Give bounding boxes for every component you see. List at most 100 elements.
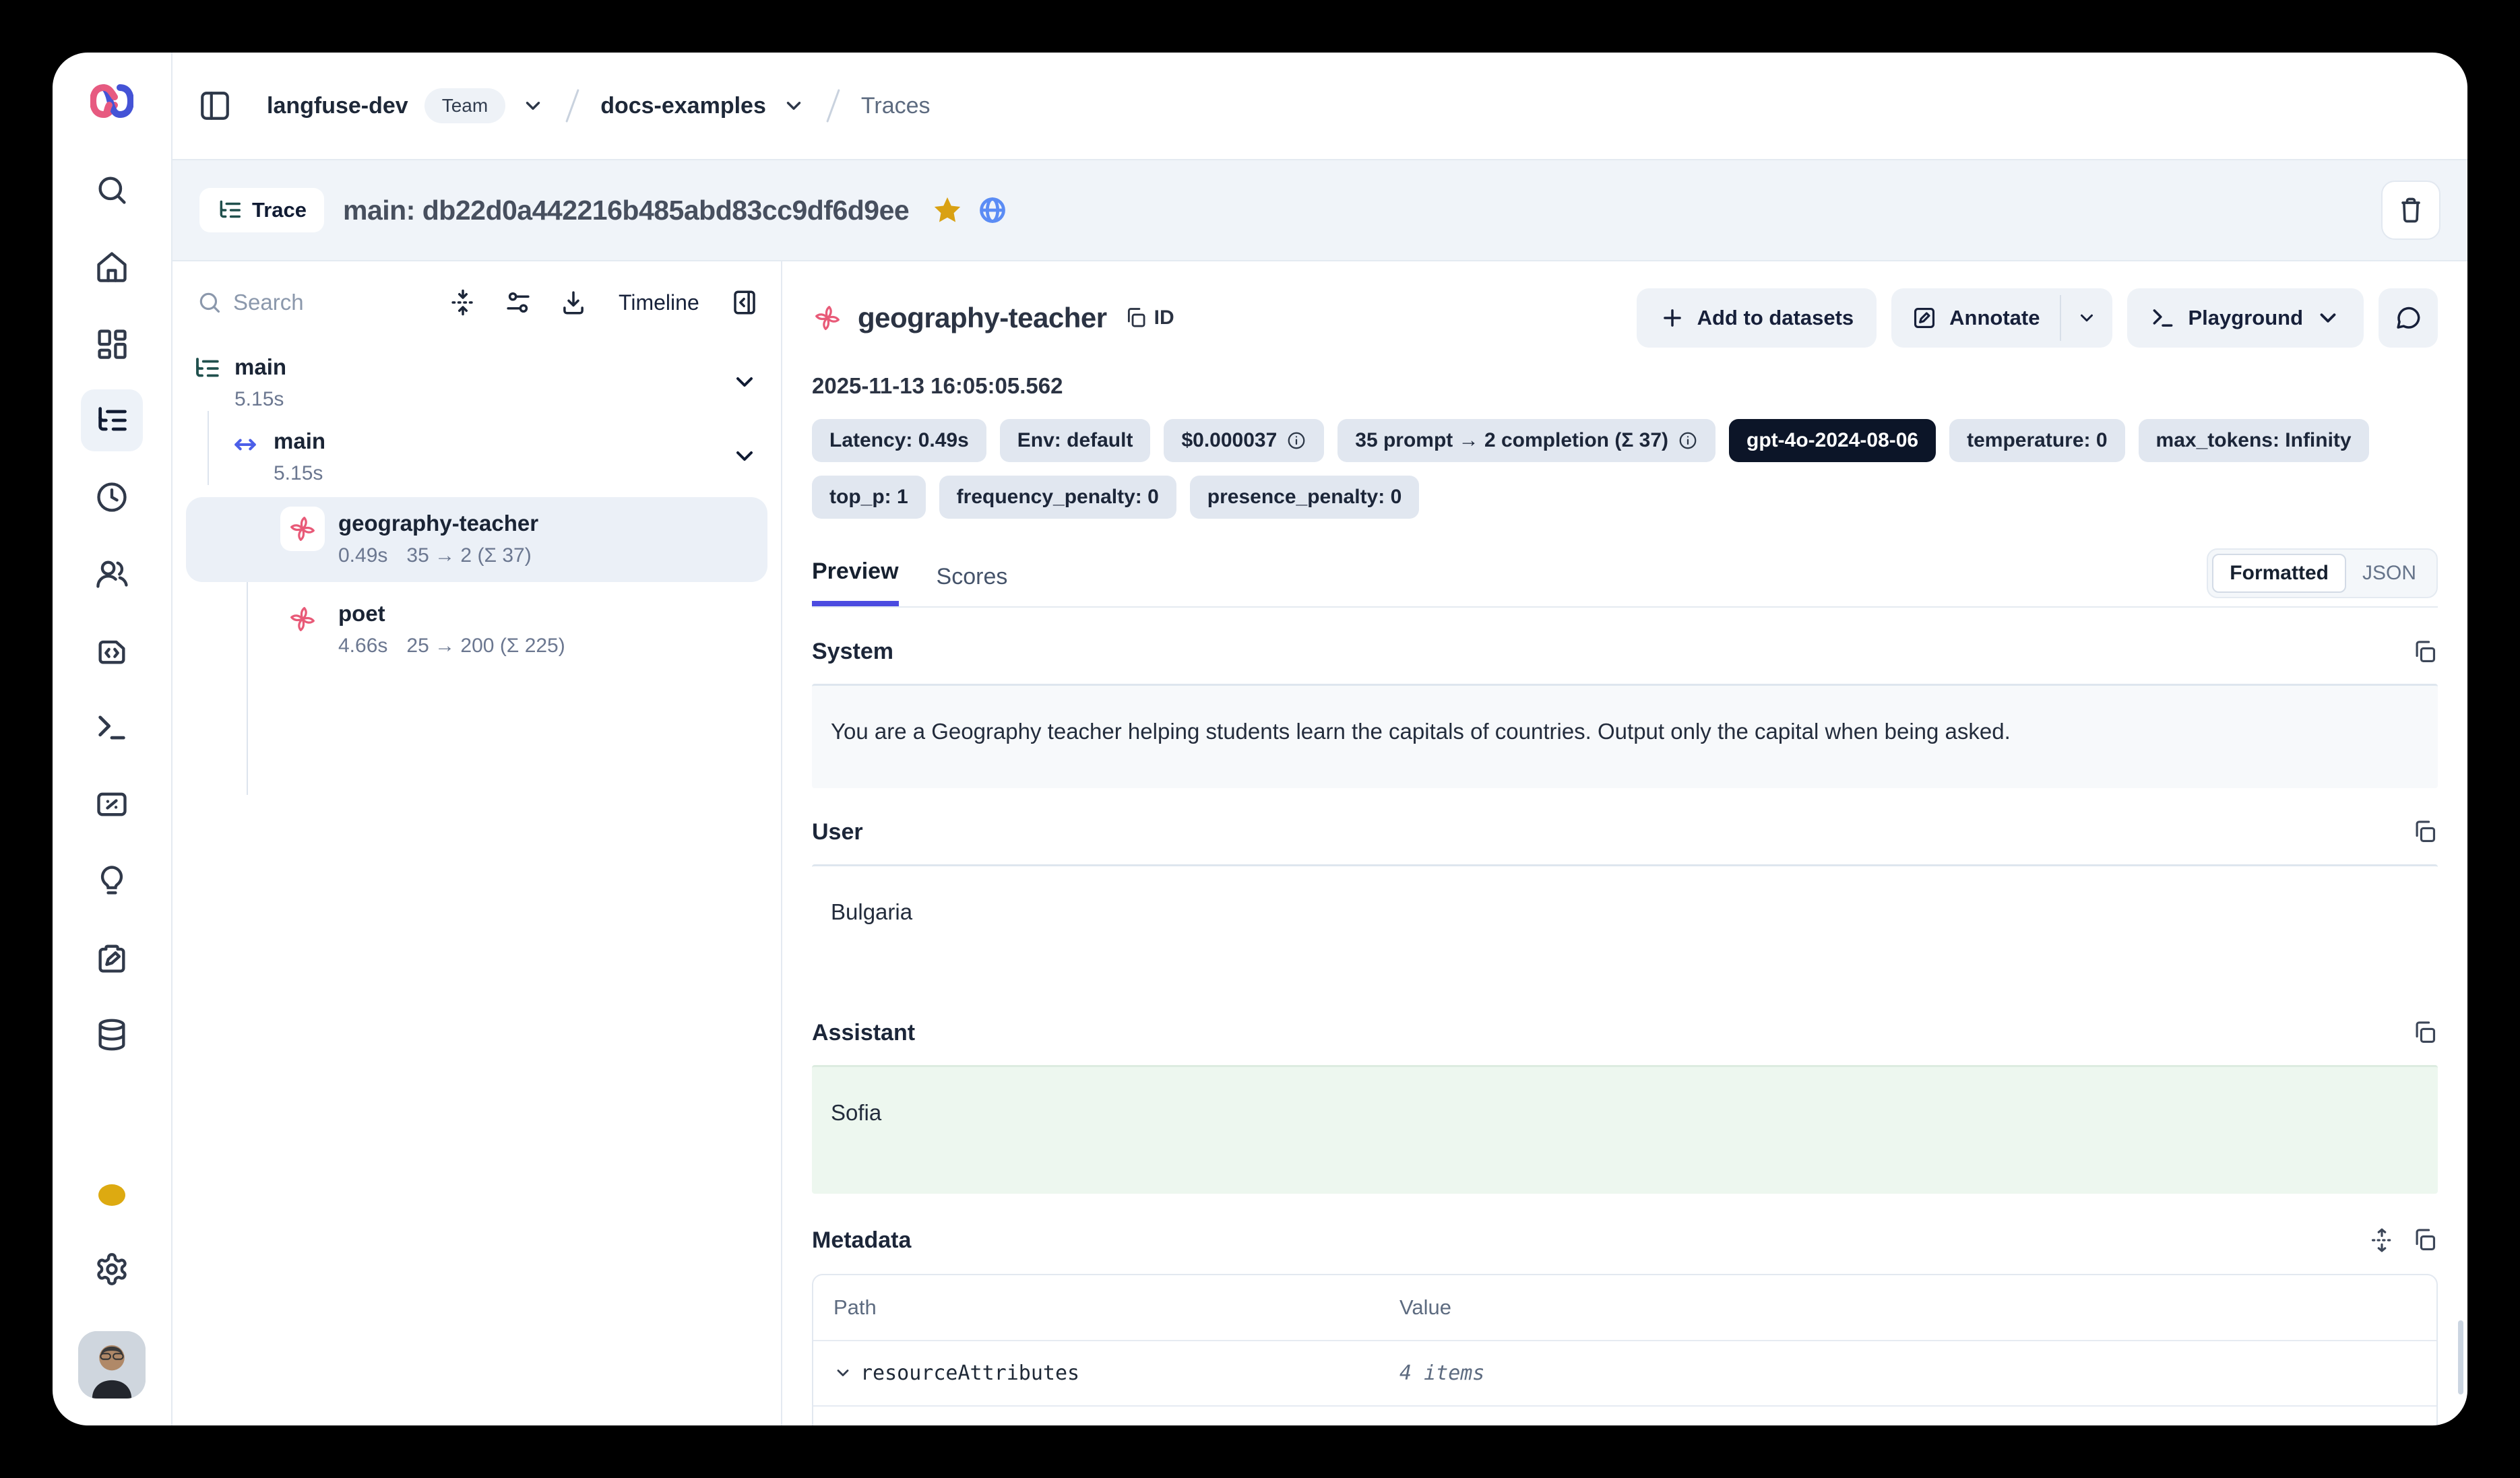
status-dot — [98, 1184, 125, 1206]
system-message-section: System You are a Geography teacher helpi… — [812, 639, 2438, 788]
tree-row-label: main — [234, 353, 286, 381]
role-label: User — [812, 819, 863, 845]
org-name[interactable]: langfuse-dev — [267, 93, 408, 119]
breadcrumb-divider — [826, 89, 840, 123]
generation-pinwheel-icon — [280, 507, 325, 551]
playground-button[interactable]: Playground — [2127, 288, 2364, 348]
tree-row-duration: 4.66s — [338, 635, 387, 657]
view-toggle: Formatted JSON — [2207, 548, 2438, 598]
playground-terminal-icon[interactable] — [81, 697, 143, 759]
project-name[interactable]: docs-examples — [600, 93, 766, 119]
top-bar: langfuse-dev Team docs-examples Traces — [172, 53, 2467, 159]
globe-icon[interactable] — [978, 195, 1007, 225]
dashboard-icon[interactable] — [81, 313, 143, 375]
tree-row-trace-main[interactable]: main 5.15s — [172, 348, 781, 418]
copy-icon[interactable] — [2412, 819, 2438, 845]
tree-row-poet[interactable]: poet 4.66s 25 → 200 (Σ 225) — [186, 587, 767, 672]
metadata-path: telemetry.sdk.language — [813, 1407, 1399, 1425]
org-switcher-chevron-icon[interactable] — [522, 94, 544, 117]
annotate-dropdown-chevron-icon[interactable] — [2061, 288, 2112, 348]
model-badge[interactable]: gpt-4o-2024-08-06 — [1729, 419, 1936, 462]
evaluation-card-icon[interactable] — [81, 773, 143, 835]
generation-pinwheel-icon — [812, 302, 843, 333]
span-arrows-icon — [230, 430, 260, 459]
lightbulb-icon[interactable] — [81, 850, 143, 912]
annotate-button[interactable]: Annotate — [1891, 288, 2060, 348]
unfold-vertical-icon[interactable] — [2369, 1227, 2395, 1253]
copy-icon[interactable] — [2412, 1020, 2438, 1046]
tree-row-tokens: 25 → 200 (Σ 225) — [406, 635, 565, 657]
chevron-down-icon[interactable] — [731, 368, 758, 395]
settings-gear-icon[interactable] — [81, 1238, 143, 1300]
presence-penalty-badge: presence_penalty: 0 — [1190, 476, 1419, 519]
trace-header-row: Trace main: db22d0a442216b485abd83cc9df6… — [172, 159, 2467, 261]
tab-scores[interactable]: Scores — [937, 564, 1008, 606]
copy-id-button[interactable]: ID — [1125, 307, 1174, 329]
prompts-file-icon[interactable] — [81, 620, 143, 682]
tree-search[interactable] — [197, 290, 422, 315]
metadata-title: Metadata — [812, 1227, 911, 1254]
users-icon[interactable] — [81, 543, 143, 605]
add-to-datasets-button[interactable]: Add to datasets — [1637, 288, 1877, 348]
trash-icon — [2396, 195, 2426, 225]
delete-trace-button[interactable] — [2381, 181, 2440, 240]
collapse-panel-icon[interactable] — [730, 288, 759, 317]
sidebar-toggle-icon[interactable] — [198, 89, 232, 123]
datasets-database-icon[interactable] — [81, 1004, 143, 1066]
tree-row-label: main — [274, 427, 325, 455]
chevron-down-icon — [2315, 305, 2341, 331]
metadata-table: Path Value resourceAttributes 4 items — [812, 1274, 2438, 1425]
observation-timestamp: 2025-11-13 16:05:05.562 — [812, 373, 2438, 399]
copy-icon[interactable] — [2412, 1227, 2438, 1253]
role-label: System — [812, 639, 893, 665]
user-avatar[interactable] — [78, 1331, 146, 1399]
tree-row-span-main[interactable]: main 5.15s — [172, 418, 781, 492]
home-icon[interactable] — [81, 236, 143, 298]
chevron-down-icon[interactable] — [833, 1363, 852, 1382]
column-header-path: Path — [813, 1275, 1399, 1340]
temperature-badge: temperature: 0 — [1949, 419, 2124, 462]
org-logo-icon[interactable] — [90, 82, 133, 120]
tab-preview[interactable]: Preview — [812, 558, 899, 606]
json-toggle[interactable]: JSON — [2346, 555, 2432, 591]
observation-detail-panel: geography-teacher ID Add to datasets — [782, 261, 2467, 1425]
formatted-toggle[interactable]: Formatted — [2212, 554, 2346, 593]
tree-row-duration: 5.15s — [234, 388, 284, 411]
tracing-icon[interactable] — [81, 389, 143, 451]
breadcrumb: langfuse-dev Team docs-examples Traces — [267, 88, 931, 123]
star-icon[interactable] — [932, 195, 963, 226]
fold-vertical-icon[interactable] — [449, 288, 477, 317]
breadcrumb-section[interactable]: Traces — [861, 93, 931, 119]
detail-tabs: Preview Scores Formatted JSON — [812, 548, 2438, 608]
metadata-row-group[interactable]: resourceAttributes 4 items — [813, 1341, 2436, 1407]
column-header-value: Value — [1399, 1275, 2436, 1340]
tokens-badge[interactable]: 35 prompt → 2 completion (Σ 37) — [1337, 419, 1715, 462]
tree-row-duration: 0.49s — [338, 544, 387, 567]
metadata-group-count: 4 items — [1399, 1361, 1484, 1385]
comment-bubble-icon — [2394, 304, 2422, 332]
cost-badge[interactable]: $0.000037 — [1164, 419, 1324, 462]
search-icon[interactable] — [81, 159, 143, 221]
search-input[interactable] — [233, 290, 422, 315]
latency-badge: Latency: 0.49s — [812, 419, 986, 462]
generation-pinwheel-icon — [280, 597, 325, 641]
plus-icon — [1660, 305, 1685, 331]
annotation-clipboard-icon[interactable] — [81, 927, 143, 989]
comments-button[interactable] — [2379, 288, 2438, 348]
timeline-toggle[interactable]: Timeline — [619, 290, 699, 315]
download-icon[interactable] — [559, 288, 588, 317]
tree-settings-icon[interactable] — [504, 288, 532, 317]
metadata-row[interactable]: telemetry.sdk.language "python" — [813, 1407, 2436, 1425]
info-icon — [1678, 430, 1698, 451]
tree-row-geography-teacher[interactable]: geography-teacher 0.49s 35 → 2 (Σ 37) — [186, 497, 767, 582]
sessions-clock-icon[interactable] — [81, 466, 143, 528]
chevron-down-icon[interactable] — [731, 443, 758, 470]
scrollbar-thumb[interactable] — [2458, 1320, 2463, 1394]
copy-icon[interactable] — [2412, 639, 2438, 665]
user-message-section: User Bulgaria — [812, 819, 2438, 989]
observation-badges: Latency: 0.49s Env: default $0.000037 35… — [812, 419, 2438, 519]
metadata-section: Metadata Path Value — [812, 1227, 2438, 1425]
icon-rail — [53, 53, 172, 1425]
project-switcher-chevron-icon[interactable] — [782, 94, 805, 117]
tree-row-tokens: 35 → 2 (Σ 37) — [406, 544, 531, 567]
